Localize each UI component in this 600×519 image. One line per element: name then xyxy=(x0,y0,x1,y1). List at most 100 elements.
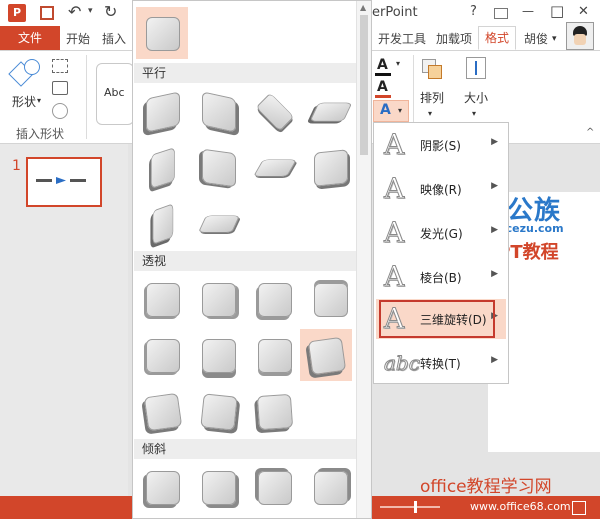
perspective-shape-6 xyxy=(202,339,236,373)
slide-thumbnail[interactable] xyxy=(26,157,102,207)
user-name[interactable]: 胡俊 xyxy=(524,30,548,47)
gallery-item-parallel-4[interactable] xyxy=(304,85,356,137)
section-label-parallel: 平行 xyxy=(142,66,167,80)
menu-item-reflection[interactable]: A 映像(R) ▶ xyxy=(376,169,506,209)
gallery-item-perspective-9[interactable] xyxy=(136,385,188,437)
bevel-icon: A xyxy=(383,260,405,294)
avatar[interactable] xyxy=(566,22,594,50)
gallery-item-parallel-6[interactable] xyxy=(192,141,244,193)
merge-shapes-icon[interactable] xyxy=(52,103,68,119)
transform-icon: abc xyxy=(384,351,421,376)
gallery-item-perspective-4[interactable] xyxy=(304,273,356,325)
tab-format-label: 格式 xyxy=(484,31,509,45)
tab-developer[interactable]: 开发工具 xyxy=(378,30,426,47)
gallery-item-oblique-4[interactable] xyxy=(304,461,356,513)
gallery-item-perspective-6[interactable] xyxy=(192,329,244,381)
parallel-shape-8 xyxy=(314,149,348,187)
gallery-item-parallel-7[interactable] xyxy=(248,141,300,193)
close-button[interactable]: ✕ xyxy=(578,4,589,19)
arrange-dropdown-icon[interactable]: ▾ xyxy=(428,109,432,118)
text-fill-icon[interactable]: A xyxy=(377,57,388,73)
gallery-item-parallel-2[interactable] xyxy=(192,85,244,137)
gallery-item-perspective-1[interactable] xyxy=(136,273,188,325)
help-button[interactable]: ? xyxy=(470,4,477,19)
section-label-perspective: 透视 xyxy=(142,254,167,268)
section-header-oblique: 倾斜 xyxy=(134,439,356,459)
perspective-shape-4 xyxy=(314,283,348,317)
tab-format[interactable]: 格式 xyxy=(478,26,516,50)
gallery-item-perspective-3[interactable] xyxy=(248,273,300,325)
user-dropdown-icon[interactable]: ▾ xyxy=(552,34,557,44)
arrange-label[interactable]: 排列 xyxy=(420,89,444,106)
gallery-item-perspective-5[interactable] xyxy=(136,329,188,381)
oblique-shape-2 xyxy=(202,471,236,505)
ribbon-collapse-icon[interactable]: ^ xyxy=(586,127,594,138)
save-icon[interactable] xyxy=(40,6,54,20)
shape-style-preview[interactable]: Abc xyxy=(96,63,134,125)
no-rotation-shape xyxy=(146,17,180,51)
gallery-item-perspective-10[interactable] xyxy=(192,385,244,437)
menu-item-3d-rotation[interactable]: A 三维旋转(D) ▶ xyxy=(376,299,506,339)
arrange-icon[interactable] xyxy=(420,57,444,79)
parallel-shape-4 xyxy=(309,102,353,122)
redo-icon[interactable]: ↻ xyxy=(104,2,117,21)
gallery-item-no-rotation[interactable] xyxy=(136,7,188,59)
gallery-item-oblique-2[interactable] xyxy=(192,461,244,513)
tab-addins[interactable]: 加载项 xyxy=(436,30,472,47)
minimize-button[interactable]: — xyxy=(522,4,534,18)
watermark-footer: office教程学习网 xyxy=(420,477,552,497)
menu-item-reflection-label: 映像(R) xyxy=(420,183,462,197)
text-fill-color-bar xyxy=(375,73,391,76)
gallery-item-parallel-1[interactable] xyxy=(136,85,188,137)
perspective-shape-3 xyxy=(258,283,292,317)
menu-item-shadow[interactable]: A 阴影(S) ▶ xyxy=(376,125,506,165)
perspective-shape-9 xyxy=(143,392,183,432)
gallery-item-perspective-2[interactable] xyxy=(192,273,244,325)
gallery-item-perspective-11[interactable] xyxy=(248,385,300,437)
parallel-shape-2 xyxy=(202,91,236,133)
shape-style-text: Abc xyxy=(104,86,125,99)
menu-item-glow[interactable]: A 发光(G) ▶ xyxy=(376,213,506,253)
gallery-item-parallel-5[interactable] xyxy=(136,141,188,193)
edit-shape-icon[interactable] xyxy=(52,59,68,73)
text-effects-dropdown-icon: ▾ xyxy=(398,106,403,115)
gallery-item-perspective-8[interactable] xyxy=(300,329,352,381)
text-outline-color-bar xyxy=(375,95,391,98)
gallery-item-parallel-8[interactable] xyxy=(304,141,356,193)
menu-item-bevel[interactable]: A 棱台(B) ▶ xyxy=(376,257,506,297)
gallery-item-parallel-9[interactable] xyxy=(136,197,188,249)
menu-item-glow-label: 发光(G) xyxy=(420,227,463,241)
gallery-scrollbar[interactable]: ▲ xyxy=(356,1,371,518)
zoom-slider[interactable] xyxy=(380,501,440,513)
maximize-button[interactable]: □ xyxy=(550,2,564,20)
size-icon[interactable] xyxy=(466,57,486,79)
text-effects-button[interactable]: A ▾ xyxy=(373,100,409,122)
gallery-item-oblique-3[interactable] xyxy=(248,461,300,513)
submenu-arrow-icon: ▶ xyxy=(491,355,498,365)
menu-item-transform[interactable]: abc 转换(T) ▶ xyxy=(376,343,506,383)
gallery-item-oblique-1[interactable] xyxy=(136,461,188,513)
gallery-item-parallel-10[interactable] xyxy=(192,197,244,249)
ribbon-display-button[interactable] xyxy=(494,8,508,19)
size-dropdown-icon[interactable]: ▾ xyxy=(472,109,476,118)
tab-file[interactable]: 文件 xyxy=(0,26,60,50)
shape-label[interactable]: 形状 xyxy=(12,93,36,110)
fit-slide-icon[interactable] xyxy=(572,501,586,515)
shape-dropdown-icon[interactable]: ▾ xyxy=(37,96,41,105)
size-label[interactable]: 大小 xyxy=(464,89,488,106)
tab-home[interactable]: 开始 xyxy=(66,30,90,47)
gallery-item-perspective-7[interactable] xyxy=(248,329,300,381)
scroll-up-icon[interactable]: ▲ xyxy=(360,3,366,12)
edit-points-icon[interactable] xyxy=(52,81,68,95)
shapes-icon[interactable] xyxy=(8,59,40,87)
undo-dropdown-icon[interactable]: ▾ xyxy=(88,6,93,16)
gallery-item-parallel-3[interactable] xyxy=(248,85,300,137)
undo-icon[interactable]: ↶ xyxy=(68,2,81,21)
perspective-shape-1 xyxy=(146,283,180,317)
scroll-thumb[interactable] xyxy=(360,15,368,155)
tab-insert[interactable]: 插入 xyxy=(102,30,126,47)
text-outline-icon[interactable]: A xyxy=(377,79,388,95)
text-fill-dropdown-icon[interactable]: ▾ xyxy=(396,59,400,68)
oblique-shape-4 xyxy=(314,471,348,505)
parallel-shape-1 xyxy=(146,91,180,133)
